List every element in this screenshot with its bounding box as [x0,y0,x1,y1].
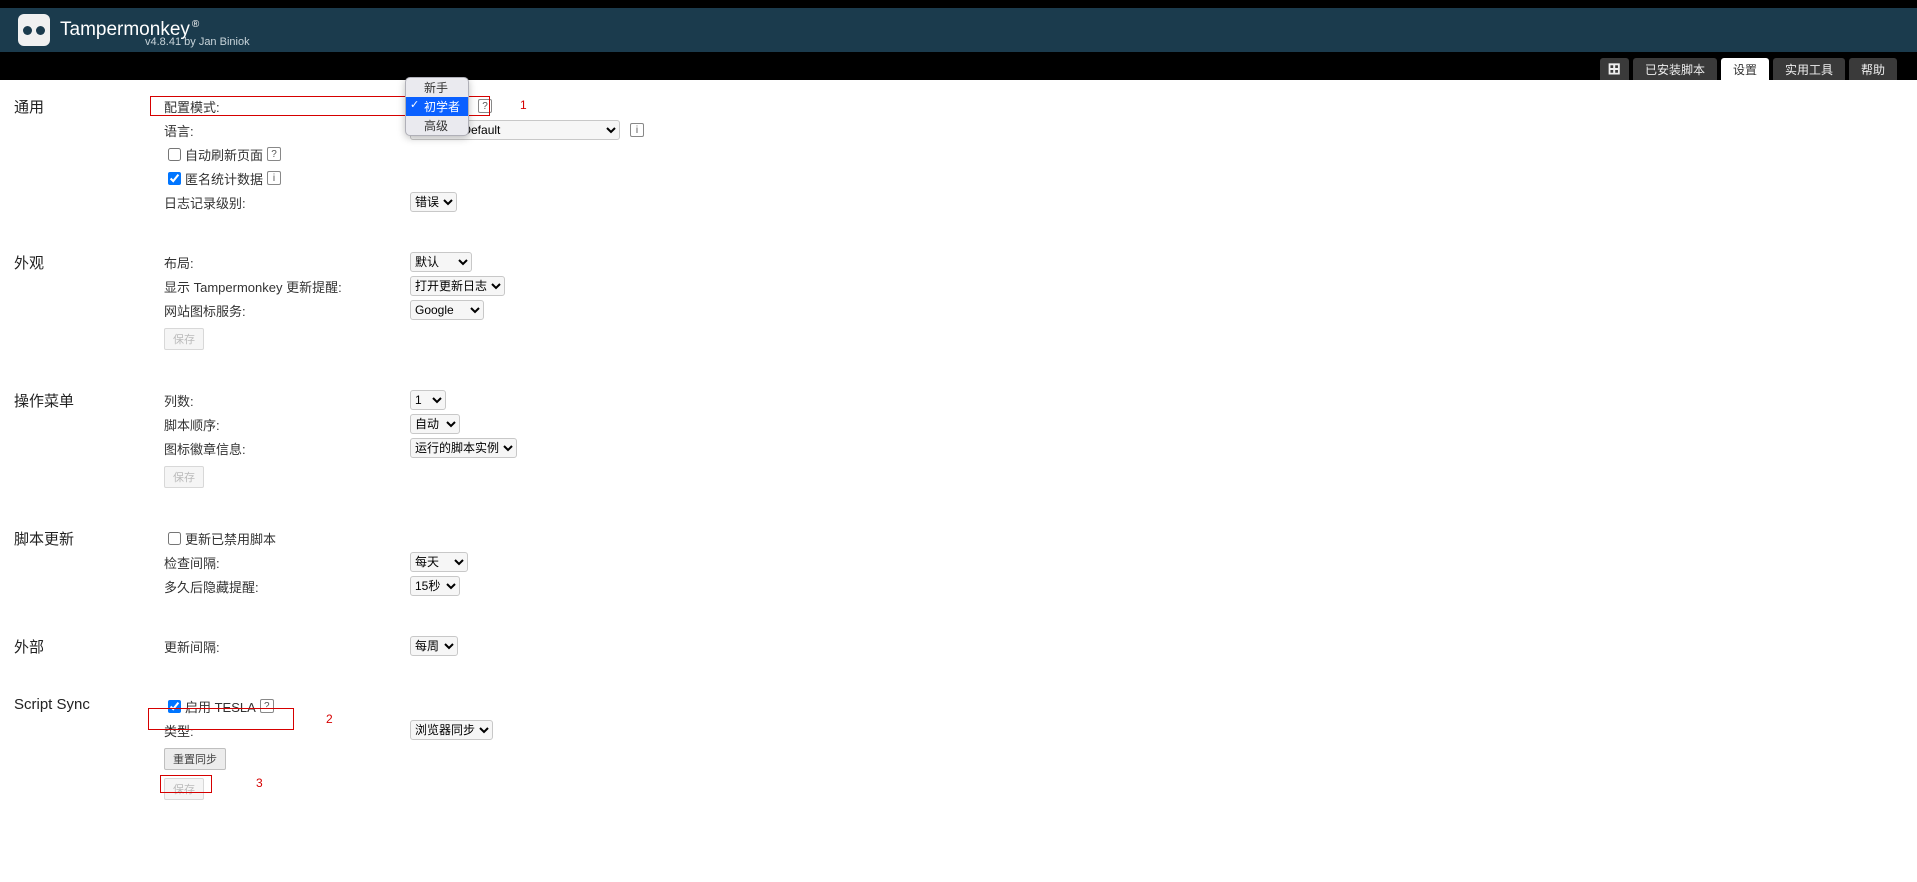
tab-settings[interactable]: 设置 [1721,58,1769,80]
tab-help[interactable]: 帮助 [1849,58,1897,80]
label-script-order: 脚本顺序: [164,415,410,434]
select-log-level[interactable]: 错误 [410,192,457,212]
checkbox-anon-stats[interactable] [168,172,181,185]
config-mode-option-beginner[interactable]: 初学者 [406,97,468,116]
label-hide-after: 多久后隐藏提醒: [164,577,410,596]
label-update-disabled: 更新已禁用脚本 [185,529,276,548]
save-button[interactable]: 保存 [164,328,204,350]
label-config-mode: 配置模式: [164,97,410,116]
select-badge[interactable]: 运行的脚本实例 [410,438,517,458]
section-sync-title: Script Sync [14,696,164,713]
select-sync-type[interactable]: 浏览器同步 [410,720,493,740]
section-update-title: 脚本更新 [14,528,164,549]
select-cols[interactable]: 1 [410,390,446,410]
checkbox-update-disabled[interactable] [168,532,181,545]
select-layout[interactable]: 默认 [410,252,472,272]
label-show-update: 显示 Tampermonkey 更新提醒: [164,277,410,296]
help-icon[interactable]: ? [260,699,274,713]
tab-tools[interactable]: 实用工具 [1773,58,1845,80]
info-icon[interactable]: i [630,123,644,137]
select-show-update[interactable]: 打开更新日志 [410,276,505,296]
label-enable-tesla: 启用 TESLA [185,697,256,716]
section-general-title: 通用 [14,96,164,117]
label-ext-update-interval: 更新间隔: [164,637,410,656]
app-logo-icon [18,14,50,46]
section-external-title: 外部 [14,636,164,657]
label-cols: 列数: [164,391,410,410]
app-title-reg: ® [192,19,199,30]
config-mode-dropdown[interactable]: 新手 初学者 高级 [405,77,469,136]
select-ext-update-interval[interactable]: 每周 [410,636,458,656]
label-layout: 布局: [164,253,410,272]
config-mode-option-novice[interactable]: 新手 [406,78,468,97]
section-appearance-title: 外观 [14,252,164,273]
config-mode-option-advanced[interactable]: 高级 [406,116,468,135]
reset-sync-button[interactable]: 重置同步 [164,748,226,770]
select-check-interval[interactable]: 每天 [410,552,468,572]
info-icon[interactable]: i [267,171,281,185]
checkbox-auto-refresh[interactable] [168,148,181,161]
label-favicon: 网站图标服务: [164,301,410,320]
label-badge: 图标徽章信息: [164,439,410,458]
label-auto-refresh: 自动刷新页面 [185,145,263,164]
tab-installed[interactable]: 已安装脚本 [1633,58,1717,80]
help-icon[interactable]: ? [267,147,281,161]
select-hide-after[interactable]: 15秒 [410,576,460,596]
app-header: Tampermonkey ® v4.8.41 by Jan Biniok [0,8,1917,52]
label-language: 语言: [164,121,410,140]
label-check-interval: 检查间隔: [164,553,410,572]
tabbar: ⊞ 已安装脚本 设置 实用工具 帮助 [0,52,1917,80]
select-favicon[interactable]: Google [410,300,484,320]
section-menu-title: 操作菜单 [14,390,164,411]
save-button[interactable]: 保存 [164,466,204,488]
label-log-level: 日志记录级别: [164,193,410,212]
label-anon-stats: 匿名统计数据 [185,169,263,188]
label-sync-type: 类型: [164,721,410,740]
app-subtitle: v4.8.41 by Jan Biniok [145,36,250,48]
save-button[interactable]: 保存 [164,778,204,800]
checkbox-enable-tesla[interactable] [168,700,181,713]
select-script-order[interactable]: 自动 [410,414,460,434]
help-icon[interactable]: ? [478,99,492,113]
tab-add[interactable]: ⊞ [1600,58,1629,80]
